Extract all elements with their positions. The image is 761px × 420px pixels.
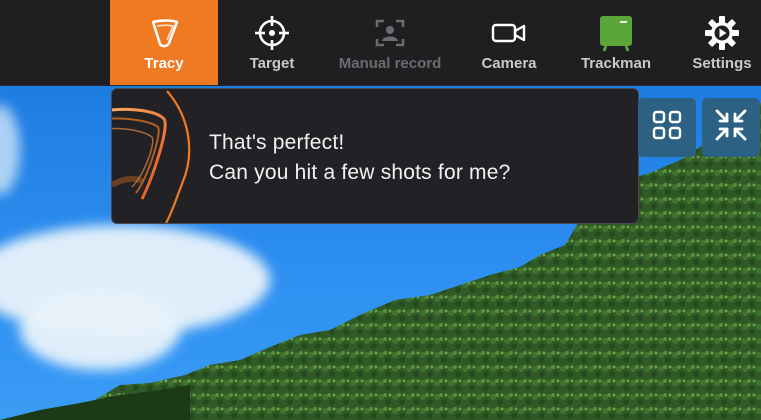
tracy-avatar-icon xyxy=(112,90,191,223)
nav-trackman[interactable]: Trackman xyxy=(570,0,662,85)
nav-camera[interactable]: Camera xyxy=(466,0,552,85)
message-line-2: Can you hit a few shots for me? xyxy=(209,161,511,184)
nav-target-label: Target xyxy=(249,55,295,72)
nav-tracy-label: Tracy xyxy=(144,55,184,72)
nav-tracy[interactable]: Tracy xyxy=(110,0,218,85)
tracy-logo-icon xyxy=(145,14,183,52)
nav-target[interactable]: Target xyxy=(228,0,316,85)
grid-view-button[interactable] xyxy=(638,98,696,157)
nav-settings-label: Settings xyxy=(692,55,752,72)
gear-icon xyxy=(703,14,741,52)
tracy-message-bubble: That's perfect! Can you hit a few shots … xyxy=(111,88,639,224)
tracy-message-text: That's perfect! Can you hit a few shots … xyxy=(209,128,511,188)
collapse-button[interactable] xyxy=(702,98,760,157)
crosshair-icon xyxy=(253,14,291,52)
nav-manual-record[interactable]: Manual record xyxy=(330,0,450,85)
nav-trackman-label: Trackman xyxy=(580,55,652,72)
person-frame-icon xyxy=(371,14,409,52)
nav-manual-record-label: Manual record xyxy=(338,55,442,72)
nav-settings[interactable]: Settings xyxy=(684,0,760,85)
trackman-device-icon xyxy=(597,14,635,52)
grid-view-icon xyxy=(652,110,682,145)
message-line-1: That's perfect! xyxy=(209,131,345,154)
top-nav-bar: Tracy Target Manual record Camera Trackm… xyxy=(0,0,761,86)
nav-camera-label: Camera xyxy=(481,55,537,72)
collapse-arrows-icon xyxy=(714,108,748,147)
video-camera-icon xyxy=(490,14,528,52)
